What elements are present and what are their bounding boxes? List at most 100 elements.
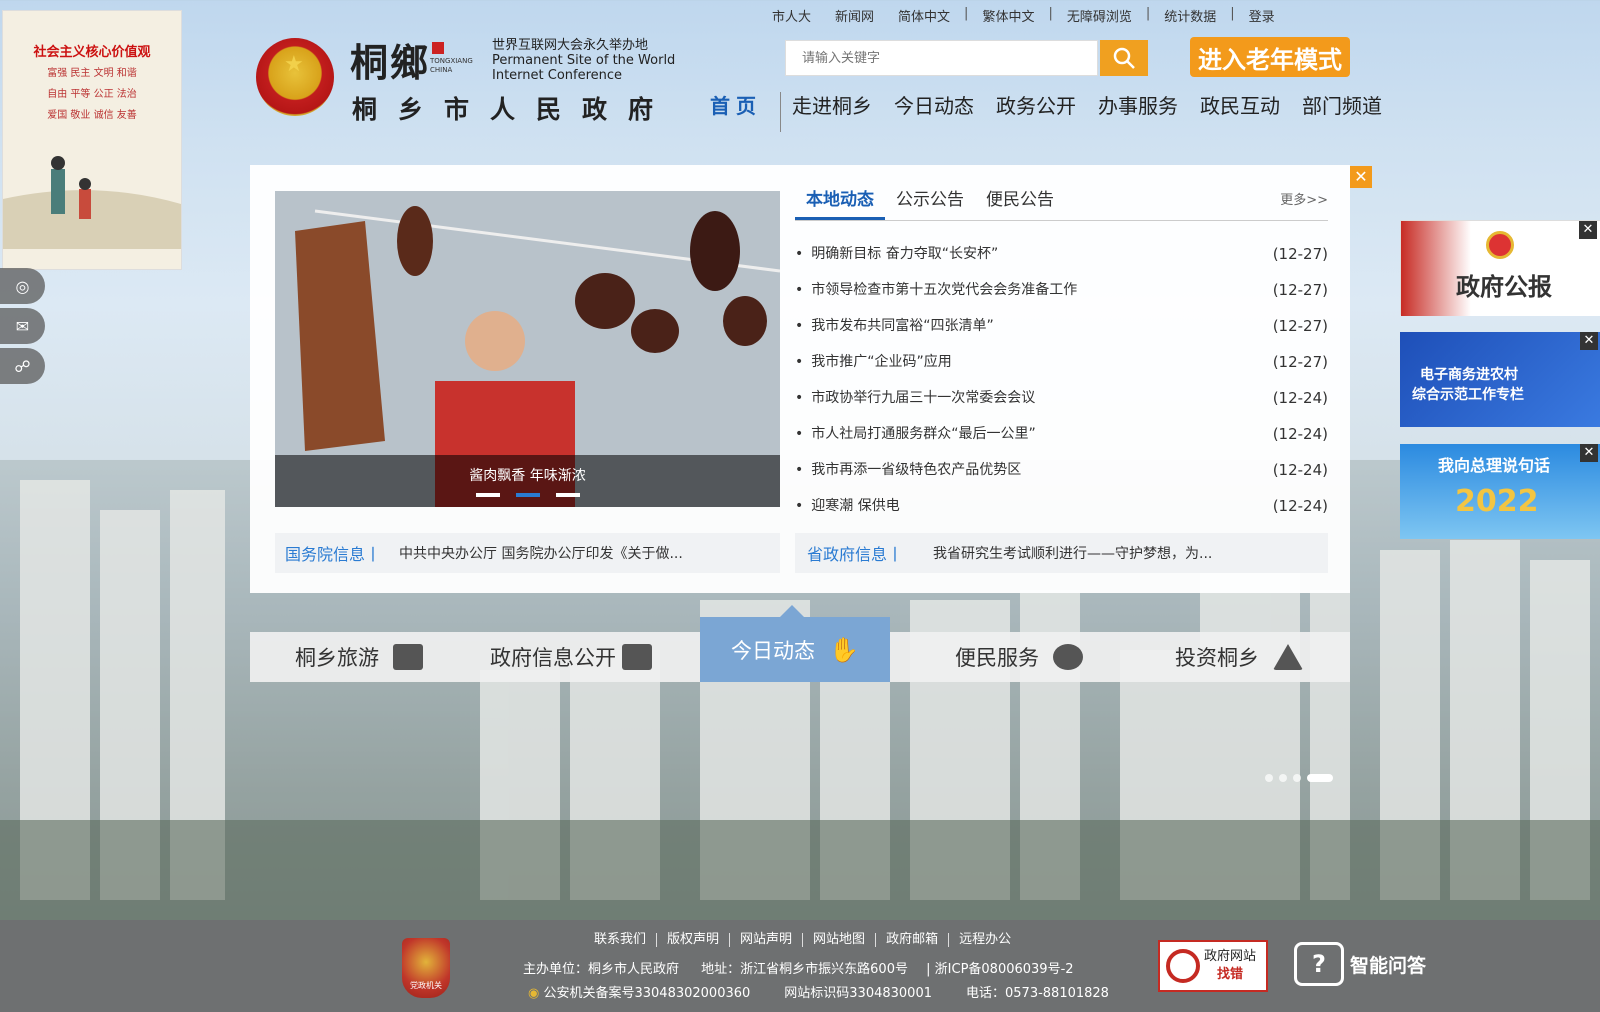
card-invest-label: 投资桐乡 bbox=[1175, 646, 1259, 670]
panel-close-icon[interactable]: ✕ bbox=[1350, 166, 1372, 188]
nav-interaction[interactable]: 政民互动 bbox=[1189, 92, 1291, 132]
list-item[interactable]: 明确新目标 奋力夺取“长安杯” (12-27) bbox=[795, 236, 1328, 272]
card-tourism[interactable]: 桐乡旅游 bbox=[295, 632, 423, 682]
search-box bbox=[785, 40, 1098, 76]
slide-dot[interactable] bbox=[1293, 774, 1301, 782]
core-values-line: 自由 平等 公正 法治 bbox=[47, 89, 137, 100]
list-item[interactable]: 我市再添一省级特色农产品优势区 (12-24) bbox=[795, 452, 1328, 488]
news-date: (12-27) bbox=[1272, 281, 1328, 299]
slide-dot[interactable] bbox=[1279, 774, 1287, 782]
search-input[interactable] bbox=[786, 41, 1097, 75]
nav-today-news[interactable]: 今日动态 bbox=[883, 92, 985, 132]
wechat-icon: ✉ bbox=[15, 316, 30, 336]
premier-ad[interactable]: 我向总理说句话 2022 ✕ bbox=[1400, 444, 1600, 539]
footer-link-sitemap[interactable]: 网站地图 bbox=[803, 933, 877, 947]
magnifier-icon bbox=[1166, 949, 1200, 983]
wic-label: 世界互联网大会永久举办地 Permanent Site of the World… bbox=[492, 38, 675, 83]
slide-dot-active[interactable] bbox=[1307, 774, 1333, 782]
handshake-icon: ☍ bbox=[14, 356, 31, 376]
list-item[interactable]: 市政协举行九届三十一次常委会会议 (12-24) bbox=[795, 380, 1328, 416]
tab-public-notices[interactable]: 便民公告 bbox=[975, 185, 1065, 220]
card-invest[interactable]: 投资桐乡 bbox=[1175, 632, 1303, 682]
carousel-dot[interactable] bbox=[555, 493, 580, 497]
question-bubble-icon: ? bbox=[1294, 942, 1344, 986]
footer-link-remote[interactable]: 远程办公 bbox=[949, 933, 1021, 947]
topbar-link-simplified[interactable]: 简体中文 bbox=[886, 6, 962, 25]
wic-en-2: Internet Conference bbox=[492, 68, 623, 83]
divider: | bbox=[964, 6, 969, 21]
find-error-button[interactable]: 政府网站 找错 bbox=[1158, 940, 1268, 992]
footer-link-statement[interactable]: 网站声明 bbox=[730, 933, 804, 947]
news-title[interactable]: 我市再添一省级特色农产品优势区 bbox=[795, 452, 1021, 488]
card-services-label: 便民服务 bbox=[955, 646, 1039, 670]
footer-links: 联系我们 版权声明 网站声明 网站地图 政府邮箱 远程办公 bbox=[584, 933, 1021, 947]
gov-gazette-ad[interactable]: 政府公报 ✕ bbox=[1400, 220, 1600, 316]
footer-link-copyright[interactable]: 版权声明 bbox=[657, 933, 731, 947]
topbar-link-login[interactable]: 登录 bbox=[1237, 6, 1287, 25]
list-icon bbox=[393, 644, 423, 670]
smart-qa-label: 智能问答 bbox=[1350, 954, 1427, 977]
carousel-dots bbox=[275, 493, 780, 497]
topbar-link-traditional[interactable]: 繁体中文 bbox=[970, 6, 1046, 25]
handshake-button[interactable]: ☍ bbox=[0, 348, 45, 384]
state-council-label[interactable]: 国务院信息丨 bbox=[285, 541, 381, 565]
list-item[interactable]: 我市发布共同富裕“四张清单” (12-27) bbox=[795, 308, 1328, 344]
list-item[interactable]: 迎寒潮 保供电 (12-24) bbox=[795, 488, 1328, 524]
nav-home[interactable]: 首页 bbox=[690, 92, 781, 132]
close-icon[interactable]: ✕ bbox=[1580, 444, 1598, 462]
footer-info: 主办单位：桐乡市人民政府 地址：浙江省桐乡市振兴东路600号 | 浙ICP备08… bbox=[523, 958, 1074, 977]
footer-link-email[interactable]: 政府邮箱 bbox=[876, 933, 950, 947]
close-icon[interactable]: ✕ bbox=[1579, 221, 1597, 239]
province-text[interactable]: 我省研究生考试顺利进行——守护梦想，为... bbox=[933, 543, 1212, 563]
search-button[interactable] bbox=[1100, 40, 1148, 76]
weibo-button[interactable]: ◎ bbox=[0, 268, 45, 304]
topbar-link-accessibility[interactable]: 无障碍浏览 bbox=[1055, 6, 1144, 25]
logo-tongxiang-en: TONGXIANG CHINA bbox=[430, 57, 473, 74]
news-photo-carousel[interactable]: 酱肉飘香 年味渐浓 bbox=[275, 191, 780, 507]
province-label[interactable]: 省政府信息丨 bbox=[807, 541, 903, 565]
list-item[interactable]: 我市推广“企业码”应用 (12-27) bbox=[795, 344, 1328, 380]
close-icon[interactable]: ✕ bbox=[1580, 332, 1598, 350]
list-item[interactable]: 市领导检查市第十五次党代会会务准备工作 (12-27) bbox=[795, 272, 1328, 308]
news-title[interactable]: 我市发布共同富裕“四张清单” bbox=[795, 308, 994, 344]
top-utility-bar: 市人大 新闻网 简体中文 | 繁体中文 | 无障碍浏览 | 统计数据 | 登录 bbox=[760, 6, 1287, 25]
elder-mode-button[interactable]: 进入老年模式 bbox=[1190, 37, 1350, 77]
news-title[interactable]: 市人社局打通服务群众“最后一公里” bbox=[795, 416, 1036, 452]
news-title[interactable]: 市政协举行九届三十一次常委会会议 bbox=[795, 380, 1035, 416]
carousel-dot[interactable] bbox=[475, 493, 500, 497]
tab-announcements[interactable]: 公示公告 bbox=[885, 185, 975, 220]
card-info-disclosure[interactable]: 政府信息公开 bbox=[490, 632, 652, 682]
card-today-news[interactable]: 今日动态 ✋ bbox=[700, 605, 890, 682]
list-item[interactable]: 市人社局打通服务群众“最后一公里” (12-24) bbox=[795, 416, 1328, 452]
news-date: (12-27) bbox=[1272, 245, 1328, 263]
footer-link-contact[interactable]: 联系我们 bbox=[584, 933, 658, 947]
topbar-link-news[interactable]: 新闻网 bbox=[823, 6, 886, 25]
children-illustration bbox=[3, 156, 181, 249]
wechat-button[interactable]: ✉ bbox=[0, 308, 45, 344]
topbar-link-statistics[interactable]: 统计数据 bbox=[1152, 6, 1228, 25]
card-tourism-label: 桐乡旅游 bbox=[295, 646, 379, 670]
site-title[interactable]: 桐乡市人民政府 bbox=[352, 90, 674, 126]
hands-icon: ✋ bbox=[829, 635, 859, 664]
party-org-badge[interactable]: 党政机关 bbox=[402, 938, 450, 998]
nav-about-tongxiang[interactable]: 走进桐乡 bbox=[781, 92, 883, 132]
state-council-text[interactable]: 中共中央办公厅 国务院办公厅印发《关于做... bbox=[399, 543, 683, 563]
slide-dot[interactable] bbox=[1265, 774, 1273, 782]
news-title[interactable]: 迎寒潮 保供电 bbox=[795, 488, 899, 524]
carousel-dot-active[interactable] bbox=[515, 493, 540, 497]
ecommerce-ad[interactable]: 电子商务进农村 综合示范工作专栏 ✕ bbox=[1400, 332, 1600, 427]
card-services[interactable]: 便民服务 bbox=[955, 632, 1083, 682]
core-values-ad[interactable]: 社会主义核心价值观 富强 民主 文明 和谐 自由 平等 公正 法治 爱国 敬业 … bbox=[2, 10, 182, 270]
nav-departments[interactable]: 部门频道 bbox=[1291, 92, 1393, 132]
footer-police[interactable]: ◉ 公安机关备案号33048302000360 bbox=[528, 982, 750, 1001]
nav-services[interactable]: 办事服务 bbox=[1087, 92, 1189, 132]
nav-gov-affairs[interactable]: 政务公开 bbox=[985, 92, 1087, 132]
news-title[interactable]: 市领导检查市第十五次党代会会务准备工作 bbox=[795, 272, 1077, 308]
topbar-link-npc[interactable]: 市人大 bbox=[760, 6, 823, 25]
smart-qa-button[interactable]: ? 智能问答 bbox=[1294, 942, 1426, 986]
tab-local-news[interactable]: 本地动态 bbox=[795, 185, 885, 220]
news-title[interactable]: 我市推广“企业码”应用 bbox=[795, 344, 952, 380]
more-link[interactable]: 更多>> bbox=[1280, 189, 1328, 208]
footer-icp[interactable]: 浙ICP备08006039号-2 bbox=[935, 962, 1074, 977]
news-title[interactable]: 明确新目标 奋力夺取“长安杯” bbox=[795, 236, 998, 272]
